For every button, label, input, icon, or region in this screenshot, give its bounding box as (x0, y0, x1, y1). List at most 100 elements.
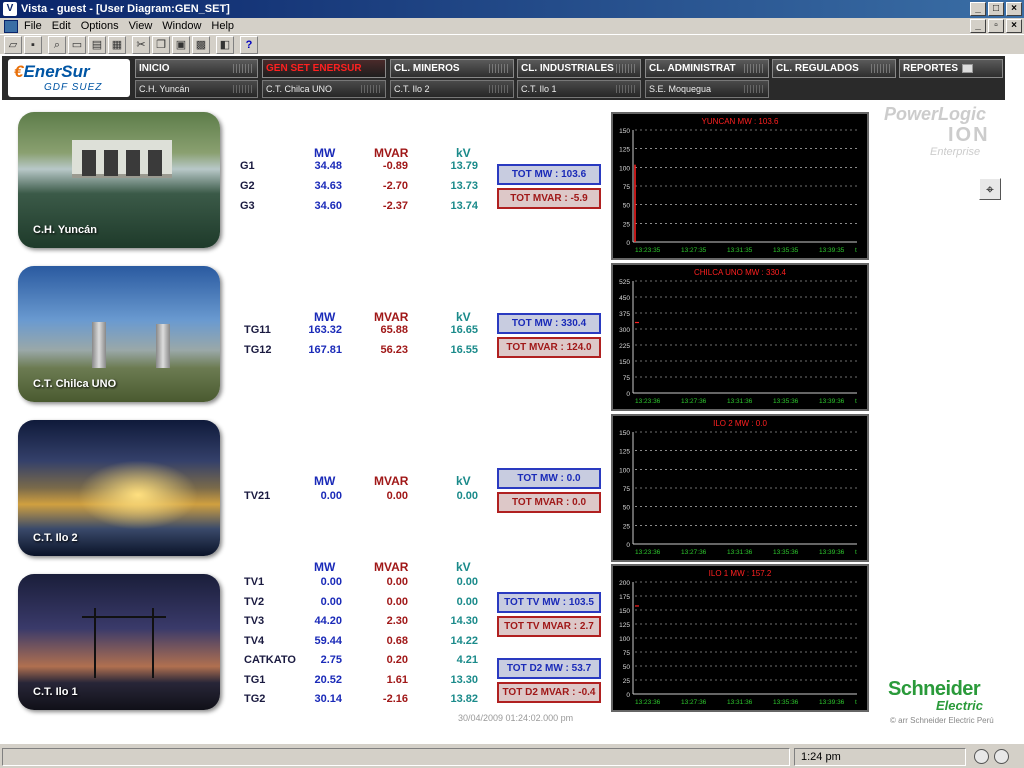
photo-ct-ilo-1[interactable]: C.T. Ilo 1 (18, 574, 220, 710)
binoculars-icon[interactable]: ⌖ (979, 178, 1001, 200)
nav-gen-set-enersur[interactable]: GEN SET ENERSUR (262, 59, 386, 78)
nav-cl-regulados[interactable]: CL. REGULADOS (772, 59, 896, 78)
trend-chart-ilo-2[interactable]: ILO 2 MW : 0.0 0 25 50 75 100 125 150 13:23:36 13… (611, 414, 869, 562)
doc-minimize-button[interactable]: _ (970, 19, 986, 33)
y-tick-label: 100 (619, 165, 630, 172)
nav-cl-industriales[interactable]: CL. INDUSTRIALES (517, 59, 641, 78)
enterprise-label: Enterprise (930, 146, 981, 158)
doc-restore-button[interactable]: ▫ (988, 19, 1004, 33)
cut-icon[interactable]: ✂ (132, 35, 150, 54)
column-header-kv: kV (456, 474, 471, 488)
column-header-mvar: MVAR (374, 146, 409, 160)
x-tick-label: 13:23:36 (635, 699, 661, 706)
total-mw-box[interactable]: TOT MW : 0.0 (497, 468, 601, 489)
unit-mvar-value: 0.68 (386, 634, 408, 647)
x-tick-label: 13:27:36 (681, 699, 707, 706)
status-time: 1:24 pm (794, 748, 966, 766)
window-icon[interactable]: ▭ (68, 35, 86, 54)
chart-title: ILO 1 MW : 157.2 (709, 569, 772, 578)
nav-cl-mineros[interactable]: CL. MINEROS (390, 59, 514, 78)
subnav-ct-ilo-1[interactable]: C.T. Ilo 1 (517, 80, 641, 98)
document-icon[interactable] (4, 19, 18, 33)
x-tick-label: 13:39:36 (819, 549, 845, 556)
minimize-button[interactable]: _ (970, 2, 986, 16)
logo-sub: GDF SUEZ (44, 82, 103, 93)
photo-ct-chilca-uno[interactable]: C.T. Chilca UNO (18, 266, 220, 402)
dialog-icon[interactable]: ▤ (88, 35, 106, 54)
maximize-button[interactable]: □ (988, 2, 1004, 16)
zoom-icon[interactable]: ⌕ (48, 35, 66, 54)
save-icon[interactable]: ▪ (24, 35, 42, 54)
total-mw-box[interactable]: TOT MW : 330.4 (497, 313, 601, 334)
subnav-ch-yuncan[interactable]: C.H. Yuncán (135, 80, 258, 98)
unit-name: TG1 (244, 673, 266, 686)
trend-chart-yuncan[interactable]: YUNCAN MW : 103.6 0 25 50 75 100 125 150 13:23:3… (611, 112, 869, 260)
subnav-se-moquegua[interactable]: S.E. Moquegua (645, 80, 769, 98)
menu-view[interactable]: View (129, 20, 153, 32)
x-tick-label: 13:31:36 (727, 549, 753, 556)
y-tick-label: 50 (623, 203, 631, 210)
x-tick-label: 13:23:36 (635, 549, 661, 556)
x-tick-label: 13:23:36 (635, 398, 661, 405)
grid-icon[interactable]: ▩ (192, 35, 210, 54)
subnav-ct-chilca-uno[interactable]: C.T. Chilca UNO (262, 80, 386, 98)
display-icon[interactable]: ◧ (216, 35, 234, 54)
unit-name: G2 (240, 180, 255, 192)
close-button[interactable]: × (1006, 2, 1022, 16)
trend-svg: YUNCAN MW : 103.6 0 25 50 75 100 125 150 13:23:3… (619, 117, 857, 254)
nav-reportes[interactable]: REPORTES (899, 59, 1003, 78)
electric-label: Electric (936, 698, 983, 713)
title-bar: V Vista - guest - [User Diagram:GEN_SET]… (0, 0, 1024, 18)
y-tick-label: 75 (623, 650, 631, 657)
x-tick-label: 13:27:36 (681, 398, 707, 405)
unit-name: G1 (240, 160, 255, 172)
total-mvar-box[interactable]: TOT TV MVAR : 2.7 (497, 616, 601, 637)
trend-chart-chilca-uno[interactable]: CHILCA UNO MW : 330.4 0 75 150 225 300 375 450 5… (611, 263, 869, 411)
copyright: © arr Schneider Electric Perú (890, 716, 994, 725)
trend-chart-ilo-1[interactable]: ILO 1 MW : 157.2 0 25 50 75 100 125 150 175 200 13… (611, 564, 869, 712)
photo-caption: C.T. Chilca UNO (33, 378, 117, 390)
total-mvar-box[interactable]: TOT D2 MVAR : -0.4 (497, 682, 601, 703)
total-mvar-box[interactable]: TOT MVAR : 0.0 (497, 492, 601, 513)
menu-window[interactable]: Window (162, 20, 201, 32)
open-icon[interactable]: ▱ (4, 35, 22, 54)
unit-mvar-value: 1.61 (386, 673, 408, 686)
menu-help[interactable]: Help (211, 20, 234, 32)
diagram-canvas: €EnerSur GDF SUEZ INICIO GEN SET ENERSUR… (0, 54, 1024, 744)
unit-mw-value: 34.60 (314, 200, 342, 212)
y-tick-label: 125 (619, 449, 630, 456)
paste-icon[interactable]: ▣ (172, 35, 190, 54)
y-tick-label: 0 (626, 692, 630, 699)
y-tick-label: 200 (619, 580, 630, 587)
vista-app-icon[interactable]: V (3, 2, 17, 16)
menu-options[interactable]: Options (81, 20, 119, 32)
doc-close-button[interactable]: × (1006, 19, 1022, 33)
total-mw-box[interactable]: TOT MW : 103.6 (497, 164, 601, 185)
total-mvar-box[interactable]: TOT MVAR : -5.9 (497, 188, 601, 209)
unit-mw-value: 163.32 (308, 324, 342, 336)
photo-ch-yuncan[interactable]: C.H. Yuncán (18, 112, 220, 248)
y-tick-label: 100 (619, 467, 630, 474)
unit-kv-value: 16.65 (450, 324, 478, 336)
menu-file[interactable]: File (24, 20, 42, 32)
total-mw-box[interactable]: TOT TV MW : 103.5 (497, 592, 601, 613)
subnav-ct-ilo-2[interactable]: C.T. Ilo 2 (390, 80, 514, 98)
photo-caption: C.T. Ilo 1 (33, 686, 78, 698)
nav-inicio[interactable]: INICIO (135, 59, 258, 78)
status-indicator-icon (974, 749, 989, 764)
chart-icon[interactable]: ▦ (108, 35, 126, 54)
y-tick-label: 0 (626, 391, 630, 398)
photo-ct-ilo-2[interactable]: C.T. Ilo 2 (18, 420, 220, 556)
nav-cl-administrat[interactable]: CL. ADMINISTRAT (645, 59, 769, 78)
total-mvar-box[interactable]: TOT MVAR : 124.0 (497, 337, 601, 358)
help-icon[interactable]: ? (240, 35, 258, 54)
enersur-logo: €EnerSur GDF SUEZ (8, 59, 130, 97)
menu-edit[interactable]: Edit (52, 20, 71, 32)
photo-caption: C.T. Ilo 2 (33, 532, 78, 544)
y-tick-label: 450 (619, 295, 630, 302)
copy-icon[interactable]: ❐ (152, 35, 170, 54)
total-mw-box[interactable]: TOT D2 MW : 53.7 (497, 658, 601, 679)
unit-kv-value: 0.00 (456, 595, 478, 608)
unit-mw-value: 20.52 (314, 673, 342, 686)
unit-name: TG11 (244, 324, 271, 336)
